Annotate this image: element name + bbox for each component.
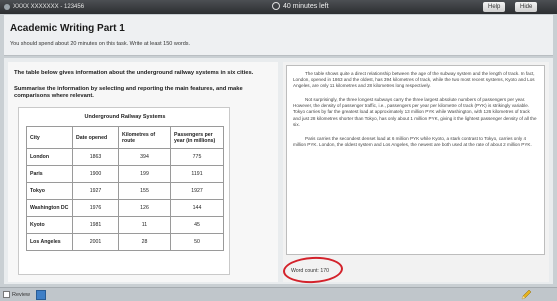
cell-opened: 1976 xyxy=(72,199,119,217)
cell-passengers: 144 xyxy=(170,199,224,217)
question-panel[interactable]: The table below gives information about … xyxy=(8,62,278,282)
table-row: Paris 1900 199 1191 xyxy=(26,165,224,183)
essay-textarea[interactable]: The table shows quite a direct relations… xyxy=(286,65,545,255)
cell-opened: 1900 xyxy=(72,165,119,183)
question-grid-icon[interactable] xyxy=(36,290,46,300)
footer-bar: Review xyxy=(0,287,557,301)
pencil-icon[interactable] xyxy=(520,289,532,301)
column-header-passengers: Passengers per year (in millions) xyxy=(170,126,224,149)
candidate-id: XXXX XXXXXXX - 123456 xyxy=(13,4,85,10)
user-icon xyxy=(4,4,10,10)
timer: 40 minutes left xyxy=(272,2,329,10)
help-label: Help xyxy=(488,4,501,10)
review-label: Review xyxy=(12,292,31,298)
table-row: Tokyo 1927 155 1927 xyxy=(26,182,224,200)
railway-table: City Date opened Kilometres of route Pas… xyxy=(26,126,224,251)
prompt-task: Summarise the information by selecting a… xyxy=(14,86,243,99)
essay-paragraph: Not surprisingly, the three longest subw… xyxy=(293,97,537,127)
cell-city: Washington DC xyxy=(26,199,73,217)
table-row: London 1863 394 775 xyxy=(26,148,224,166)
cell-km: 28 xyxy=(118,233,171,251)
cell-km: 394 xyxy=(118,148,171,166)
cell-opened: 1863 xyxy=(72,148,119,166)
cell-km: 199 xyxy=(118,165,171,183)
timer-label: 40 minutes left xyxy=(283,2,329,10)
cell-passengers: 775 xyxy=(170,148,224,166)
cell-city: Los Angeles xyxy=(26,233,73,251)
annotation-circle xyxy=(282,255,344,285)
cell-km: 126 xyxy=(118,199,171,217)
answer-panel: The table shows quite a direct relations… xyxy=(282,62,549,285)
column-header-km: Kilometres of route xyxy=(118,126,171,149)
essay-paragraph: Paris carries the secondest denset load … xyxy=(293,135,532,147)
cell-opened: 2001 xyxy=(72,233,119,251)
cell-city: Kyoto xyxy=(26,216,73,234)
review-checkbox[interactable] xyxy=(3,291,10,298)
cell-opened: 1927 xyxy=(72,182,119,200)
task-instructions: You should spend about 20 minutes on thi… xyxy=(10,41,191,47)
column-header-date: Date opened xyxy=(72,126,119,149)
clock-icon xyxy=(272,2,280,10)
top-bar: XXXX XXXXXXX - 123456 40 minutes left He… xyxy=(0,0,557,14)
essay-paragraph: The table shows quite a direct relations… xyxy=(293,71,535,89)
cell-km: 155 xyxy=(118,182,171,200)
cell-km: 11 xyxy=(118,216,171,234)
cell-passengers: 1191 xyxy=(170,165,224,183)
hide-button[interactable]: Hide xyxy=(515,2,538,12)
prompt-intro: The table below gives information about … xyxy=(14,70,254,76)
main-content: The table below gives information about … xyxy=(4,58,553,285)
cell-city: London xyxy=(26,148,73,166)
cell-passengers: 50 xyxy=(170,233,224,251)
table-row: Kyoto 1981 11 45 xyxy=(26,216,224,234)
cell-passengers: 45 xyxy=(170,216,224,234)
cell-passengers: 1927 xyxy=(170,182,224,200)
cell-city: Tokyo xyxy=(26,182,73,200)
help-button[interactable]: Help xyxy=(483,2,506,12)
column-header-city: City xyxy=(26,126,73,149)
candidate-info: XXXX XXXXXXX - 123456 xyxy=(4,4,84,10)
table-header-row: City Date opened Kilometres of route Pas… xyxy=(26,126,224,149)
cell-city: Paris xyxy=(26,165,73,183)
table-row: Los Angeles 2001 28 50 xyxy=(26,233,224,251)
table-caption: Underground Railway Systems xyxy=(84,114,166,120)
hide-label: Hide xyxy=(520,4,533,10)
page-title: Academic Writing Part 1 xyxy=(10,23,125,34)
table-row: Washington DC 1976 126 144 xyxy=(26,199,224,217)
cell-opened: 1981 xyxy=(72,216,119,234)
table-container: Underground Railway Systems City Date op… xyxy=(18,107,230,275)
task-header: Academic Writing Part 1 You should spend… xyxy=(4,15,553,56)
